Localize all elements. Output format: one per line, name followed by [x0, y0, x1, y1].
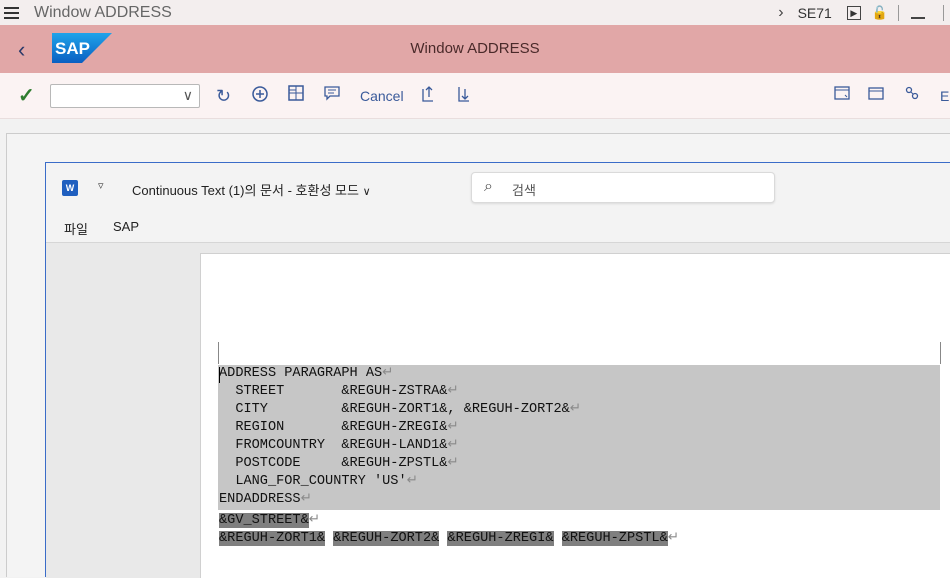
search-icon: ⌕ [484, 178, 493, 195]
document-title[interactable]: Continuous Text (1)의 문서 - 호환성 모드 ∨ [132, 180, 371, 199]
code-line[interactable]: &GV_STREET&↵ [219, 512, 320, 530]
text-cursor [219, 367, 220, 383]
chevron-right-icon[interactable]: › [778, 4, 783, 22]
layout-icon[interactable] [288, 85, 304, 107]
comment-icon[interactable] [324, 85, 340, 107]
quick-access-dropdown-icon[interactable]: ▿ [98, 179, 104, 192]
search-box[interactable]: ⌕ 검색 [471, 172, 775, 203]
more-menu[interactable]: E [940, 85, 949, 107]
field-reguh-zpstl[interactable]: &REGUH-ZPSTL& [561, 531, 668, 546]
code-line[interactable]: POSTCODE &REGUH-ZPSTL&↵ [219, 455, 459, 473]
separator [943, 4, 944, 21]
code-line[interactable]: FROMCOUNTRY &REGUH-LAND1&↵ [219, 437, 459, 455]
unlock-icon[interactable]: 🔓 [872, 5, 888, 21]
page-title: Window ADDRESS [410, 40, 540, 57]
code-line[interactable]: LANG_FOR_COUNTRY 'US'↵ [219, 473, 418, 491]
code-line[interactable]: ENDADDRESS↵ [219, 491, 312, 509]
field-gv-street[interactable]: &GV_STREET& [219, 513, 309, 528]
new-window-icon[interactable] [868, 85, 884, 107]
code-line[interactable]: &REGUH-ZORT1& &REGUH-ZORT2& &REGUH-ZREGI… [219, 530, 679, 548]
transaction-code: SE71 [797, 4, 832, 21]
document-area: ADDRESS PARAGRAPH AS↵ STREET &REGUH-ZSTR… [46, 243, 950, 578]
menu-icon[interactable] [4, 6, 22, 20]
minimize-button[interactable] [911, 16, 925, 19]
cancel-button[interactable]: Cancel [360, 85, 404, 107]
refresh-icon[interactable]: ↻ [216, 85, 231, 107]
add-icon[interactable] [251, 85, 269, 107]
separator [898, 4, 899, 21]
ribbon-tabs: 파일 SAP [46, 211, 950, 243]
tab-sap[interactable]: SAP [113, 219, 139, 234]
code-line[interactable]: REGION &REGUH-ZREGI&↵ [219, 419, 459, 437]
document-page[interactable]: ADDRESS PARAGRAPH AS↵ STREET &REGUH-ZSTR… [200, 253, 950, 578]
confirm-check-icon[interactable]: ✓ [18, 83, 35, 108]
play-icon[interactable]: ▶ [846, 5, 861, 20]
settings-icon[interactable] [904, 85, 920, 107]
window-titlebar: Window ADDRESS › SE71 ▶ 🔓 [0, 0, 950, 25]
code-line[interactable]: STREET &REGUH-ZSTRA&↵ [219, 383, 459, 401]
field-reguh-zort2[interactable]: &REGUH-ZORT2& [333, 531, 440, 546]
upload-icon[interactable] [420, 85, 436, 107]
application-toolbar: ✓ ∨ ↻ Cancel E [0, 73, 950, 119]
sap-header: ‹ SAP Window ADDRESS [0, 25, 950, 73]
document-title-text: Continuous Text (1)의 문서 - 호환성 모드 [132, 183, 359, 198]
code-line[interactable]: CITY &REGUH-ZORT1&, &REGUH-ZORT2&↵ [219, 401, 581, 419]
search-placeholder: 검색 [512, 183, 536, 198]
chevron-down-icon[interactable]: ∨ [183, 87, 193, 104]
window-title: Window ADDRESS [34, 3, 172, 21]
download-icon[interactable] [456, 85, 472, 107]
field-reguh-zregi[interactable]: &REGUH-ZREGI& [447, 531, 554, 546]
field-reguh-zort1[interactable]: &REGUH-ZORT1& [219, 531, 326, 546]
margin-mark [218, 342, 219, 364]
chevron-down-icon[interactable]: ∨ [363, 186, 371, 198]
margin-mark [940, 342, 941, 364]
word-titlebar: W ▿ Continuous Text (1)의 문서 - 호환성 모드 ∨ ⌕… [46, 163, 950, 211]
word-window: W ▿ Continuous Text (1)의 문서 - 호환성 모드 ∨ ⌕… [45, 162, 950, 578]
word-app-icon: W [62, 180, 78, 196]
window-icon[interactable] [834, 85, 850, 107]
command-field[interactable]: ∨ [50, 84, 200, 108]
code-line[interactable]: ADDRESS PARAGRAPH AS↵ [219, 365, 394, 383]
tab-file[interactable]: 파일 [64, 219, 88, 238]
